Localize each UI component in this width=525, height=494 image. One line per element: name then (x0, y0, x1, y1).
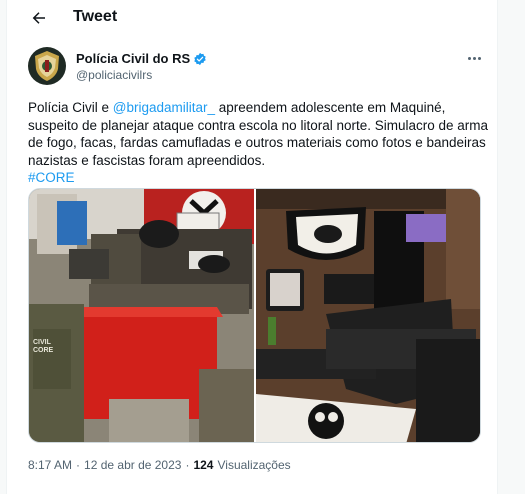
avatar[interactable] (28, 47, 66, 85)
more-dot (472, 56, 476, 60)
tweet-photo-2[interactable] (256, 189, 480, 442)
tweet-header: Tweet (7, 0, 497, 36)
tweet-media: CIVIL CORE (28, 188, 481, 443)
photo-2-image (256, 189, 480, 442)
author-name[interactable]: Polícia Civil do RS (76, 51, 207, 66)
arrow-left-icon (32, 12, 45, 24)
back-button[interactable] (27, 6, 51, 30)
mention-link[interactable]: @brigadamilitar_ (113, 100, 215, 115)
author-handle[interactable]: @policiacivilrs (76, 68, 152, 82)
tweet-text-part1: Polícia Civil e (28, 100, 113, 115)
author-name-text: Polícia Civil do RS (76, 51, 191, 66)
photo-1-image (29, 189, 254, 442)
tweet-meta: 8:17 AM · 12 de abr de 2023 · 124 Visual… (28, 458, 291, 472)
verified-badge-icon (194, 52, 206, 65)
left-panel-edge (0, 0, 7, 494)
meta-separator: · (185, 458, 190, 472)
tweet-photo-1[interactable]: CIVIL CORE (29, 189, 254, 442)
meta-separator: · (76, 458, 81, 472)
police-badge-icon (35, 51, 59, 81)
views-label: Visualizações (217, 458, 291, 472)
patch-label-line2: CORE (33, 347, 54, 354)
tweet-date[interactable]: 12 de abr de 2023 (84, 458, 181, 472)
more-button[interactable] (465, 51, 483, 65)
hashtag-link[interactable]: #CORE (28, 170, 75, 185)
views-count: 124 (193, 458, 214, 472)
page-title: Tweet (73, 8, 118, 25)
tweet-time[interactable]: 8:17 AM (28, 458, 72, 472)
more-dot (477, 56, 481, 60)
tweet-text: Polícia Civil e @brigadamilitar_ apreend… (28, 99, 490, 187)
more-horizontal-icon (467, 56, 471, 60)
patch-label-line1: CIVIL (33, 339, 51, 346)
patch-label: CIVIL CORE (33, 339, 53, 355)
right-panel-edge (497, 0, 525, 494)
